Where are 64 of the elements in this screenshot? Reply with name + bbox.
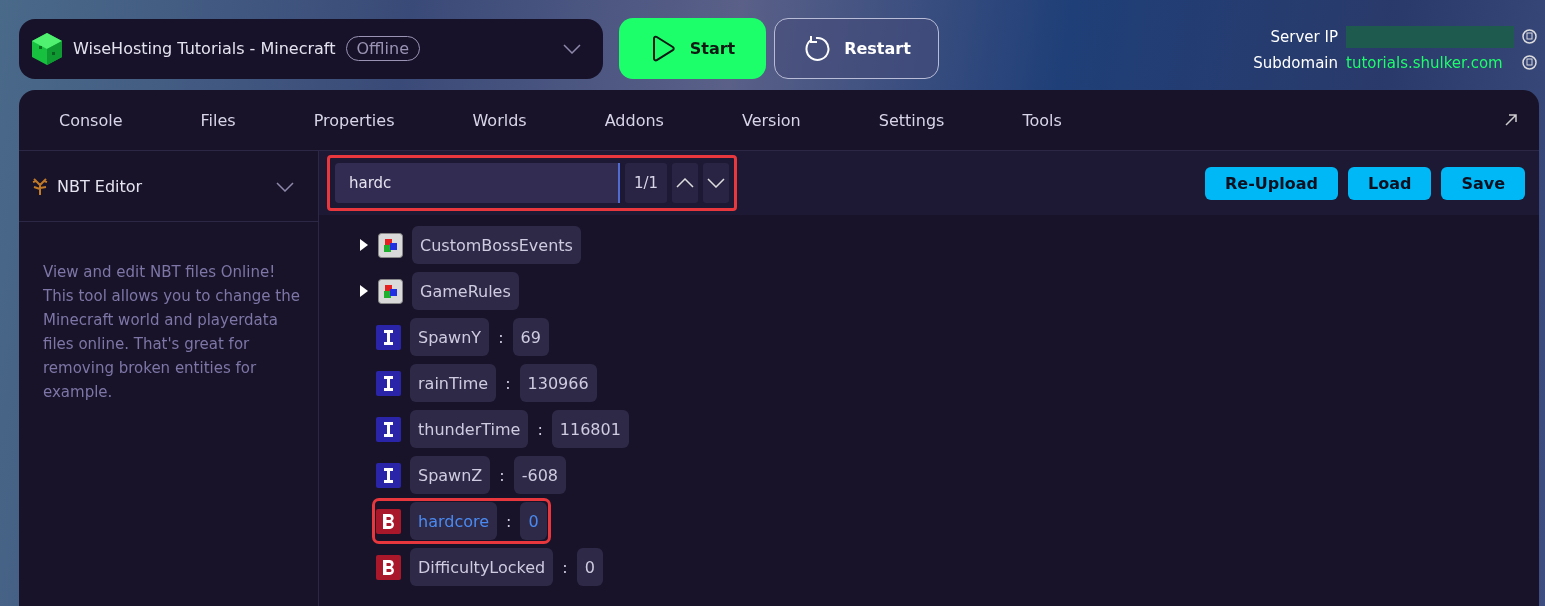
search-field[interactable]: hardc [335,163,620,203]
expand-arrow-icon[interactable] [359,284,369,298]
nav-tab[interactable]: Files [200,110,236,130]
tag-name[interactable]: GameRules [412,272,519,310]
branch-icon [31,176,49,196]
tag-name[interactable]: thunderTime [410,410,529,448]
tag-name[interactable]: rainTime [410,364,497,402]
tag-value[interactable]: 0 [520,502,547,540]
subdomain-label: Subdomain [1253,53,1338,72]
start-button[interactable]: Start [619,18,766,79]
chevron-down-icon[interactable] [563,44,581,54]
compound-tag-icon [378,232,403,258]
compound-tag-icon [378,278,403,304]
tag-value[interactable]: 69 [512,318,549,356]
match-counter: 1/1 [625,163,667,203]
int-tag-icon [376,324,401,350]
external-link-icon[interactable] [1505,114,1517,126]
tag-name[interactable]: SpawnY [410,318,490,356]
file-action-button[interactable]: Load [1347,166,1432,200]
int-tag-icon [376,462,401,488]
tag-value[interactable]: -608 [513,456,566,494]
copy-icon[interactable] [1522,55,1537,70]
next-match-button[interactable] [703,163,729,203]
nav-tab[interactable]: Worlds [472,110,527,130]
tag-value[interactable]: 130966 [519,364,597,402]
chevron-down-icon[interactable] [276,181,294,192]
copy-icon[interactable] [1522,29,1537,44]
nav-tab[interactable]: Tools [1022,110,1062,130]
chevron-down-icon [707,178,725,188]
tag-name[interactable]: SpawnZ [410,456,491,494]
nav-tab[interactable]: Properties [313,110,395,130]
server-selector[interactable]: WiseHosting Tutorials - Minecraft Offline [19,18,603,79]
nav-tab[interactable]: Settings [878,110,945,130]
restart-icon [802,34,831,63]
tag-name[interactable]: DifficultyLocked [410,548,554,586]
tag-name[interactable]: hardcore [410,502,498,540]
grass-cube-icon [31,31,63,66]
int-tag-icon [376,370,401,396]
int-tag-icon [376,416,401,442]
byte-tag-icon [376,508,401,534]
separator: : [499,465,505,485]
byte-tag-icon [376,554,401,580]
chevron-up-icon [676,178,694,188]
subdomain-value: tutorials.shulker.com [1346,53,1504,72]
separator: : [537,419,543,439]
separator: : [505,373,511,393]
tag-value[interactable]: 0 [576,548,603,586]
tool-description: View and edit NBT files Online! This tool allows you to change the Minecraft world and playerdata files online. That's great for removing broken entities for example. [42,262,301,403]
tag-value[interactable]: 116801 [551,410,629,448]
separator: : [498,327,504,347]
server-name: WiseHosting Tutorials - Minecraft [73,39,336,58]
nav-tab[interactable]: Addons [604,110,664,130]
separator: : [506,511,512,531]
expand-arrow-icon[interactable] [359,238,369,252]
file-action-button[interactable]: Save [1441,166,1525,200]
file-action-button[interactable]: Re-Upload [1204,166,1338,200]
tag-name[interactable]: CustomBossEvents [412,226,581,264]
tool-selector[interactable]: NBT Editor [19,151,318,222]
nav-tab[interactable]: Console [59,110,123,130]
restart-button[interactable]: Restart [774,18,939,79]
separator: : [562,557,568,577]
server-ip-label: Server IP [1270,27,1338,46]
nav-tab[interactable]: Version [741,110,801,130]
previous-match-button[interactable] [672,163,698,203]
